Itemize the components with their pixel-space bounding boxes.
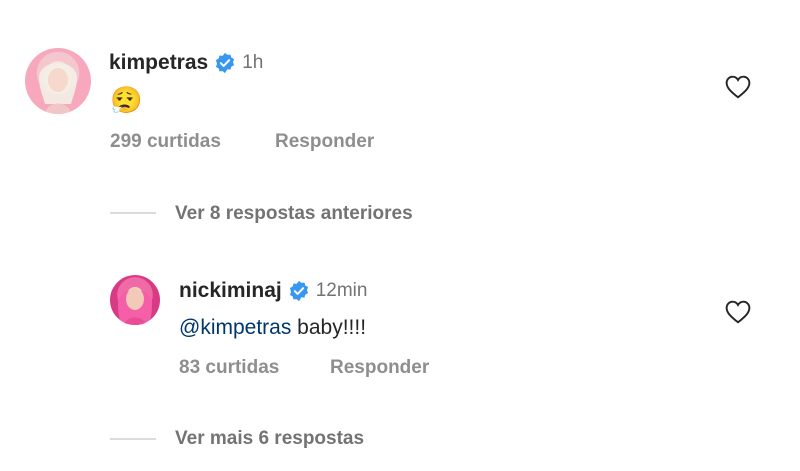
mention-link[interactable]: @kimpetras xyxy=(179,316,291,339)
avatar-portrait-icon xyxy=(117,288,153,325)
avatar-portrait-icon xyxy=(39,62,77,114)
likes-count[interactable]: 83 curtidas xyxy=(179,357,279,378)
like-button[interactable] xyxy=(725,75,751,104)
comment-text: @kimpetras baby!!!! xyxy=(179,316,366,340)
like-button[interactable] xyxy=(725,300,751,329)
comment-time: 12min xyxy=(315,280,368,301)
view-more-replies-button[interactable]: Ver mais 6 respostas xyxy=(175,428,364,449)
divider-line xyxy=(110,438,156,440)
heart-icon xyxy=(725,300,751,324)
comment-text: 😮‍💨 xyxy=(110,85,143,115)
avatar-kimpetras[interactable] xyxy=(25,48,91,114)
comment-time: 1h xyxy=(242,52,264,73)
reply-button[interactable]: Responder xyxy=(330,357,429,378)
likes-count[interactable]: 299 curtidas xyxy=(110,131,221,152)
divider-line xyxy=(110,212,156,214)
comment-username[interactable]: nickiminaj xyxy=(179,279,282,303)
verified-icon xyxy=(288,280,310,302)
comment-body: baby!!!! xyxy=(291,316,367,339)
reply-button[interactable]: Responder xyxy=(275,131,374,152)
view-previous-replies-button[interactable]: Ver 8 respostas anteriores xyxy=(175,203,413,224)
verified-icon xyxy=(214,52,236,74)
avatar-nickiminaj[interactable] xyxy=(110,275,160,325)
comment-username[interactable]: kimpetras xyxy=(109,51,208,75)
heart-icon xyxy=(725,75,751,99)
